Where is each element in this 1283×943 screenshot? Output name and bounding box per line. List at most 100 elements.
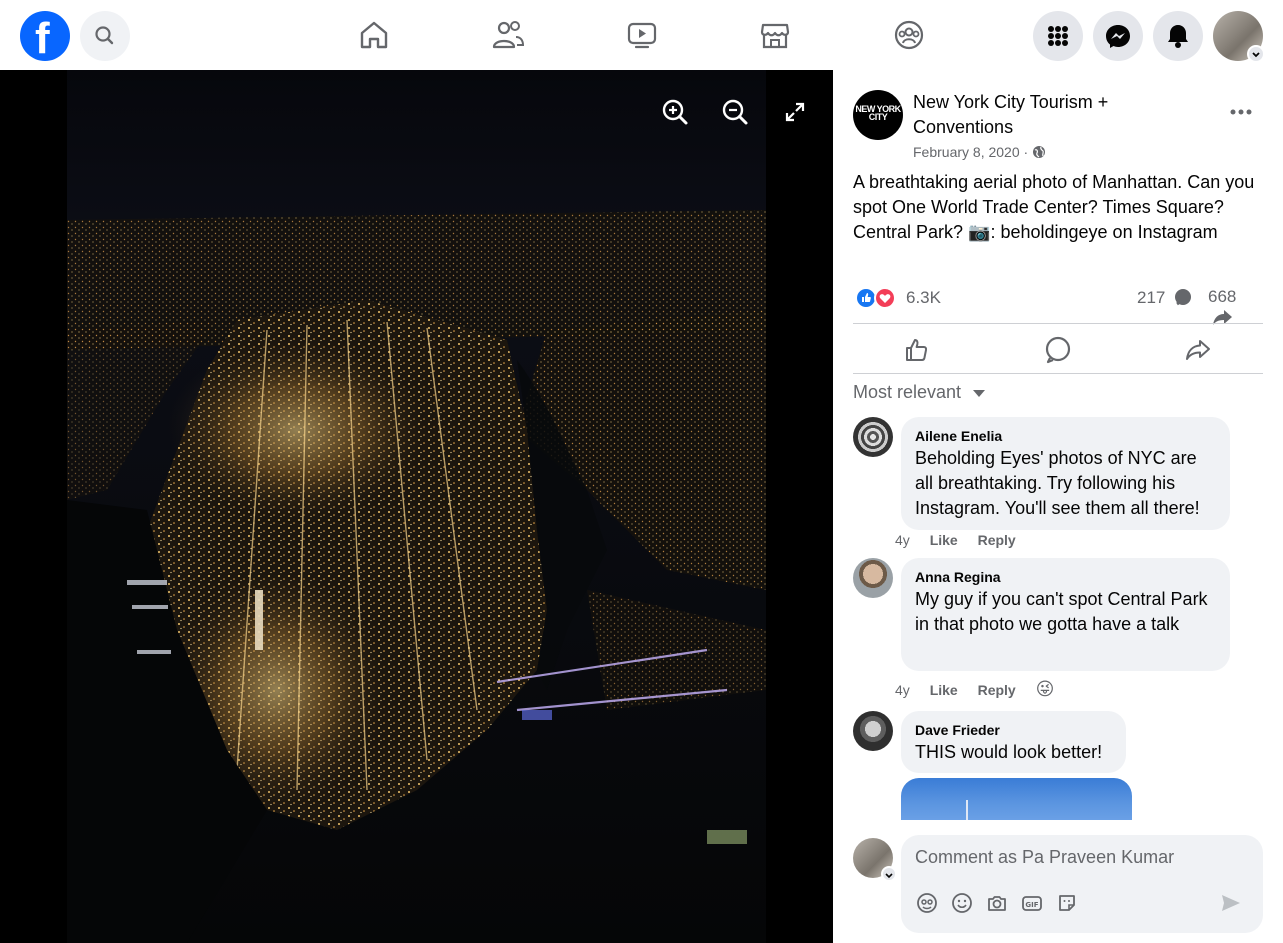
video-icon — [627, 22, 657, 49]
avatar-sticker-icon — [917, 893, 937, 913]
share-count-icon — [1213, 310, 1232, 325]
commenter-avatar[interactable] — [853, 417, 893, 457]
send-icon — [1222, 895, 1240, 911]
gif-button[interactable]: GIF — [1020, 891, 1044, 915]
comment-author[interactable]: Anna Regina — [915, 567, 1216, 587]
top-navigation-bar: f — [0, 0, 1283, 70]
share-icon — [1186, 340, 1210, 360]
marketplace-icon — [760, 23, 790, 49]
comment-icon — [1045, 336, 1071, 364]
commenter-avatar[interactable] — [853, 558, 893, 598]
messenger-button[interactable] — [1093, 11, 1143, 61]
facebook-logo-letter: f — [35, 14, 50, 63]
camera-icon — [988, 896, 1006, 911]
send-comment-button[interactable] — [1219, 891, 1243, 915]
thumbs-up-icon — [906, 339, 928, 361]
comment-reply-link[interactable]: Reply — [978, 682, 1016, 698]
nav-friends[interactable] — [488, 15, 528, 55]
messenger-icon — [1106, 25, 1130, 48]
comment-author[interactable]: Ailene Enelia — [915, 426, 1216, 446]
page-avatar-logo-text: NEW YORK CITY — [855, 104, 901, 122]
comments-count-value: 217 — [1137, 288, 1166, 307]
divider — [853, 323, 1263, 324]
nav-marketplace[interactable] — [755, 15, 795, 55]
search-icon — [95, 26, 114, 45]
comment-reaction-emoji[interactable]: 😜 — [1036, 679, 1055, 699]
search-button[interactable] — [80, 11, 130, 61]
smiley-icon — [952, 893, 972, 913]
caret-down-icon — [973, 390, 986, 397]
comment-button[interactable] — [1040, 332, 1076, 368]
emoji-button[interactable] — [950, 891, 974, 915]
comment-composer: GIF — [901, 835, 1263, 933]
zoom-in-icon — [662, 99, 688, 125]
like-button[interactable] — [899, 332, 935, 368]
commenter-avatar[interactable] — [853, 711, 893, 751]
menu-button[interactable] — [1033, 11, 1083, 61]
comment-bubble: Anna Regina My guy if you can't spot Cen… — [901, 558, 1230, 671]
share-button[interactable] — [1180, 332, 1216, 368]
comment-actions: 4y Like Reply — [895, 532, 1032, 548]
photo-button[interactable] — [985, 891, 1009, 915]
comment-bubble: Ailene Enelia Beholding Eyes' photos of … — [901, 417, 1230, 530]
comment-sort-label: Most relevant — [853, 382, 962, 402]
manhattan-aerial-photo[interactable] — [67, 70, 766, 943]
sticker-icon — [1059, 895, 1075, 911]
zoom-in-button[interactable] — [657, 94, 693, 130]
comment-text: THIS would look better! — [915, 742, 1103, 762]
comment-sort-dropdown[interactable]: Most relevant — [853, 382, 986, 403]
grid-menu-icon — [1048, 26, 1068, 46]
love-reaction-icon — [874, 287, 896, 309]
zoom-out-button[interactable] — [717, 94, 753, 130]
post-date[interactable]: February 8, 2020 · — [913, 144, 1046, 160]
nav-home[interactable] — [354, 15, 394, 55]
nav-groups[interactable] — [889, 15, 929, 55]
shares-count-value: 668 — [1208, 287, 1237, 306]
chevron-down-icon — [881, 866, 897, 882]
photo-viewer — [0, 70, 833, 943]
comment-like-link[interactable]: Like — [930, 682, 958, 698]
globe-icon — [1033, 146, 1046, 158]
post-date-text: February 8, 2020 · — [913, 144, 1029, 160]
sticker-button[interactable] — [1055, 891, 1079, 915]
facebook-logo[interactable]: f — [20, 11, 70, 63]
avatar-sticker-button[interactable] — [915, 891, 939, 915]
comment-like-link[interactable]: Like — [930, 532, 958, 548]
svg-text:GIF: GIF — [1025, 901, 1038, 909]
divider — [853, 373, 1263, 374]
expand-icon — [785, 102, 805, 122]
zoom-out-icon — [722, 99, 748, 125]
nav-watch[interactable] — [622, 15, 662, 55]
gif-icon: GIF — [1022, 896, 1042, 911]
comment-author[interactable]: Dave Frieder — [915, 720, 1112, 740]
comment-age[interactable]: 4y — [895, 682, 910, 698]
photo-image — [67, 70, 766, 943]
page-name-link[interactable]: New York City Tourism + Conventions — [913, 90, 1173, 140]
page-avatar[interactable]: NEW YORK CITY — [853, 90, 903, 140]
post-text: A breathtaking aerial photo of Manhattan… — [853, 172, 1255, 242]
comments-count[interactable]: 217 — [1137, 287, 1193, 308]
account-avatar[interactable] — [1213, 11, 1265, 63]
comment-age[interactable]: 4y — [895, 532, 910, 548]
groups-icon — [894, 20, 924, 50]
shares-count[interactable]: 668 — [1208, 287, 1263, 328]
comment-reply-link[interactable]: Reply — [978, 532, 1016, 548]
reactions-count: 6.3K — [906, 288, 941, 307]
more-horizontal-icon — [1230, 109, 1252, 115]
comment-bubble: Dave Frieder THIS would look better! — [901, 711, 1126, 773]
comment-actions: 4y Like Reply 😜 — [895, 679, 1070, 700]
friends-icon — [492, 21, 525, 49]
fullscreen-button[interactable] — [777, 94, 813, 130]
comment-text: My guy if you can't spot Central Park in… — [915, 589, 1208, 634]
comment-image-attachment[interactable] — [901, 778, 1132, 820]
composer-avatar[interactable] — [853, 838, 897, 882]
more-options-button[interactable] — [1223, 100, 1259, 124]
comment-text: Beholding Eyes' photos of NYC are all br… — [915, 448, 1200, 518]
reactions-summary[interactable]: 6.3K 217 668 — [853, 285, 1263, 325]
comment-input[interactable] — [915, 847, 1245, 868]
post-side-panel: NEW YORK CITY New York City Tourism + Co… — [833, 70, 1283, 943]
home-icon — [360, 21, 388, 49]
notifications-button[interactable] — [1153, 11, 1203, 61]
bell-icon — [1168, 25, 1188, 48]
comment-count-icon — [1175, 289, 1192, 306]
